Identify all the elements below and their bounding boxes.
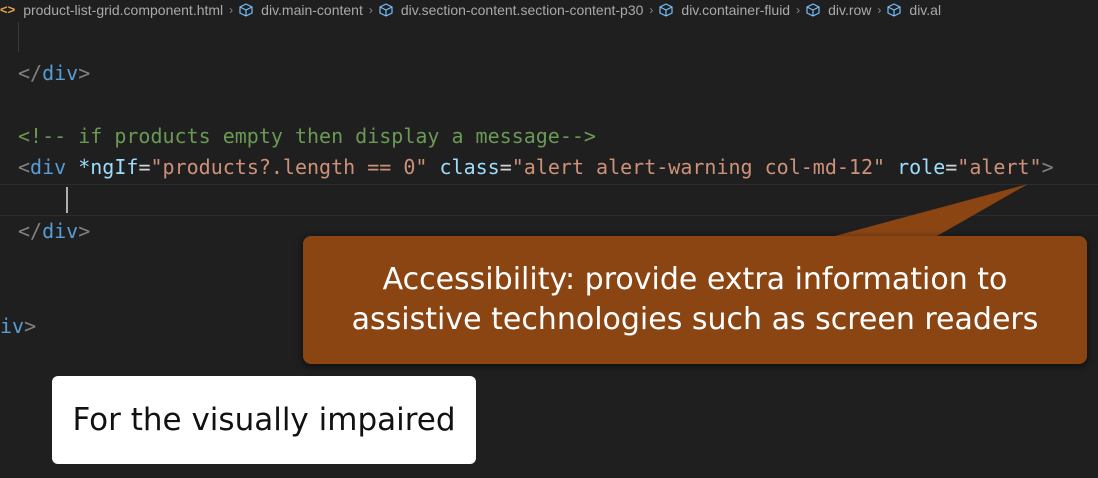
callout-line-2: assistive technologies such as screen re… (351, 302, 1039, 337)
accessibility-callout: Accessibility: provide extra information… (303, 236, 1087, 364)
callout-line-1: Accessibility: provide extra information… (382, 262, 1008, 297)
visually-impaired-note: For the visually impaired (52, 376, 476, 464)
note-text: For the visually impaired (72, 402, 456, 438)
